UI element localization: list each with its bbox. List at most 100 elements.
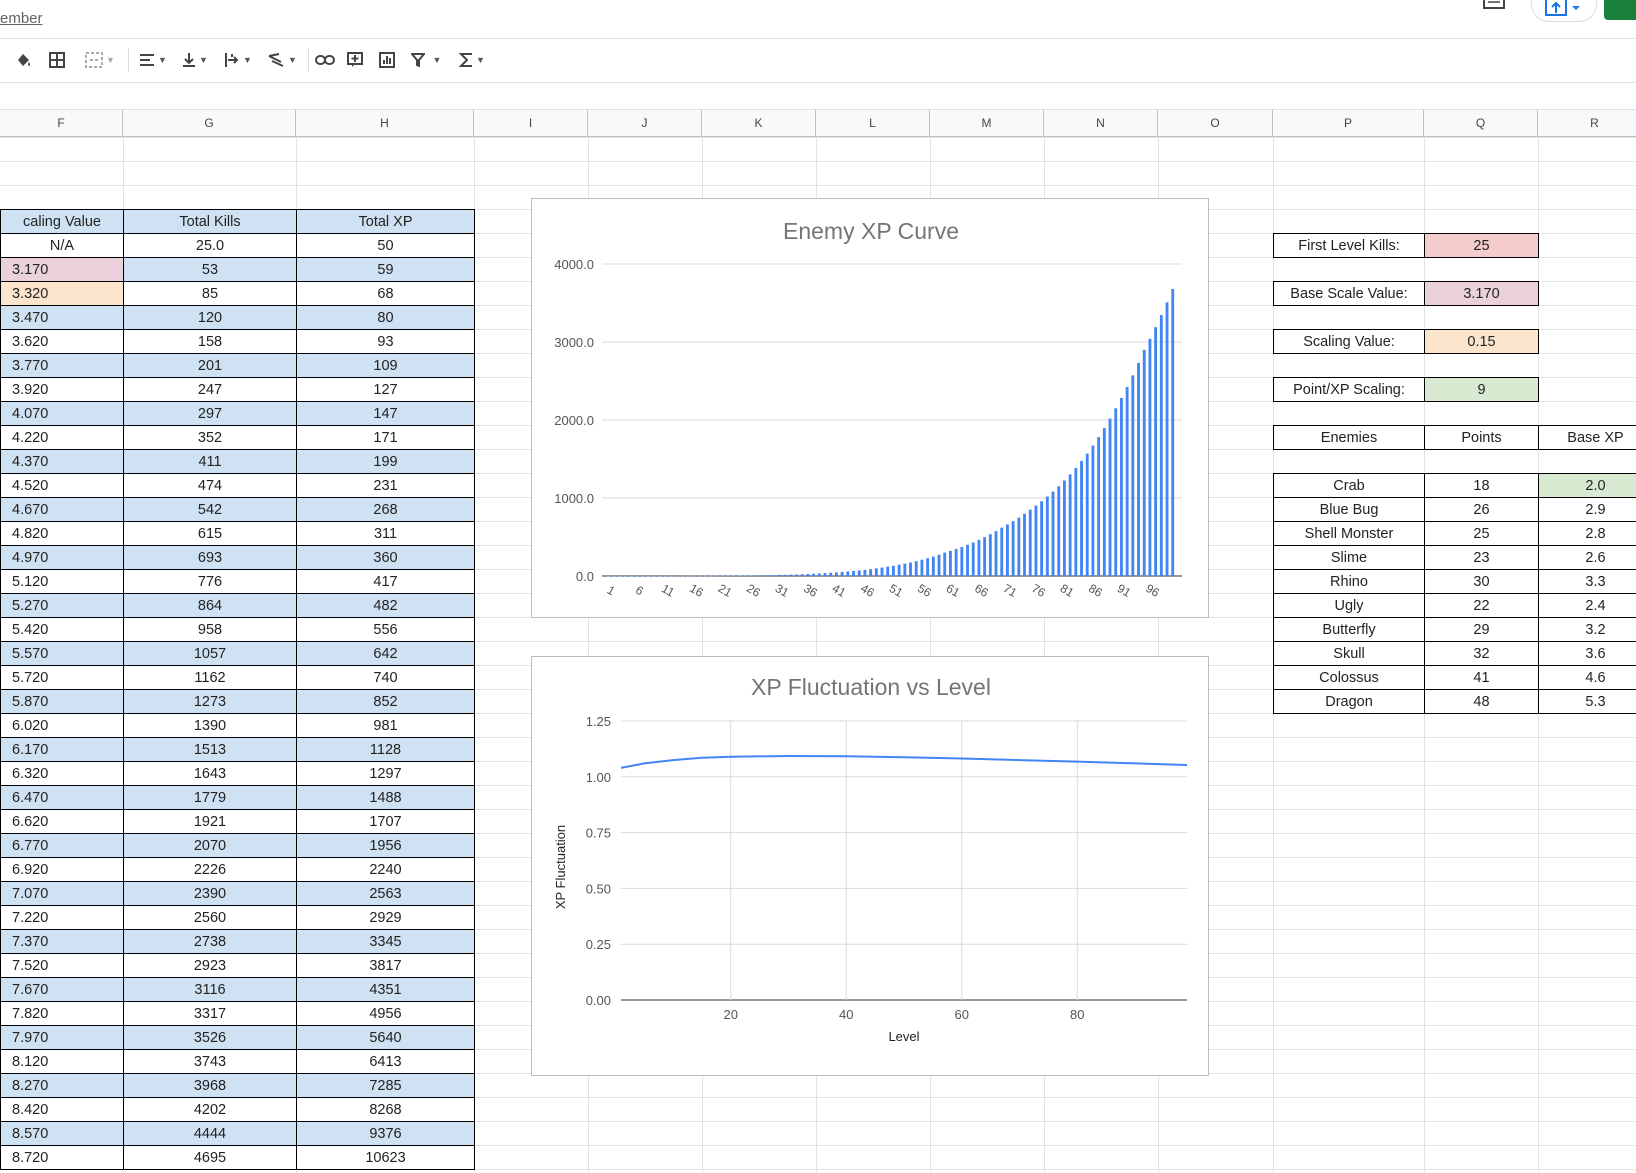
- total-xp-cell[interactable]: 1128: [296, 737, 475, 762]
- scaling-value-cell[interactable]: 7.970: [0, 1025, 124, 1050]
- scaling-value-cell[interactable]: 7.820: [0, 1001, 124, 1026]
- enemy-base-xp-cell[interactable]: 2.6: [1538, 545, 1636, 570]
- formula-bar[interactable]: [0, 83, 1636, 110]
- enemy-name-cell[interactable]: Rhino: [1273, 569, 1425, 594]
- scaling-value-cell[interactable]: 5.420: [0, 617, 124, 642]
- total-kills-cell[interactable]: 1513: [123, 737, 297, 762]
- scaling-value-cell[interactable]: 6.470: [0, 785, 124, 810]
- scaling-value-cell[interactable]: 3.920: [0, 377, 124, 402]
- enemy-points-cell[interactable]: 22: [1424, 593, 1539, 618]
- scaling-value-cell[interactable]: 3.320: [0, 281, 124, 306]
- enemy-base-xp-cell[interactable]: 4.6: [1538, 665, 1636, 690]
- scaling-value-cell[interactable]: 4.520: [0, 473, 124, 498]
- horizontal-align-icon[interactable]: ▼: [136, 47, 170, 73]
- share-button[interactable]: [1604, 0, 1636, 20]
- functions-icon[interactable]: ▼: [454, 47, 490, 73]
- total-xp-cell[interactable]: 6413: [296, 1049, 475, 1074]
- scaling-value-cell[interactable]: 3.170: [0, 257, 124, 282]
- fill-color-icon[interactable]: [12, 47, 36, 73]
- scaling-value-cell[interactable]: 4.970: [0, 545, 124, 570]
- total-kills-cell[interactable]: 3116: [123, 977, 297, 1002]
- total-xp-cell[interactable]: 2240: [296, 857, 475, 882]
- enemy-points-cell[interactable]: 30: [1424, 569, 1539, 594]
- scaling-value-cell[interactable]: 6.170: [0, 737, 124, 762]
- column-header-Q[interactable]: Q: [1424, 110, 1538, 136]
- total-kills-cell[interactable]: 1390: [123, 713, 297, 738]
- total-kills-cell[interactable]: 53: [123, 257, 297, 282]
- total-kills-cell[interactable]: 3526: [123, 1025, 297, 1050]
- total-kills-cell[interactable]: 1921: [123, 809, 297, 834]
- scaling-value-cell[interactable]: 8.270: [0, 1073, 124, 1098]
- total-kills-cell[interactable]: 3317: [123, 1001, 297, 1026]
- enemy-base-xp-cell[interactable]: 3.6: [1538, 641, 1636, 666]
- scaling-value-cell[interactable]: 5.120: [0, 569, 124, 594]
- param-value[interactable]: 3.170: [1424, 281, 1539, 306]
- enemy-points-cell[interactable]: 41: [1424, 665, 1539, 690]
- scaling-value-cell[interactable]: 7.670: [0, 977, 124, 1002]
- text-rotation-icon[interactable]: ▼: [264, 47, 300, 73]
- total-xp-cell[interactable]: 50: [296, 233, 475, 258]
- scaling-value-cell[interactable]: 4.820: [0, 521, 124, 546]
- scaling-value-cell[interactable]: 6.920: [0, 857, 124, 882]
- total-xp-cell[interactable]: 4956: [296, 1001, 475, 1026]
- insert-link-icon[interactable]: [314, 47, 336, 73]
- scaling-value-cell[interactable]: 6.620: [0, 809, 124, 834]
- total-xp-cell[interactable]: 171: [296, 425, 475, 450]
- enemy-base-xp-cell[interactable]: 2.9: [1538, 497, 1636, 522]
- enemy-base-xp-cell[interactable]: 3.3: [1538, 569, 1636, 594]
- vertical-align-icon[interactable]: ▼: [178, 47, 212, 73]
- total-xp-cell[interactable]: 5640: [296, 1025, 475, 1050]
- total-kills-cell[interactable]: 411: [123, 449, 297, 474]
- total-kills-cell[interactable]: 247: [123, 377, 297, 402]
- column-header-I[interactable]: I: [474, 110, 588, 136]
- total-kills-cell[interactable]: 958: [123, 617, 297, 642]
- enemy-points-cell[interactable]: 32: [1424, 641, 1539, 666]
- column-header-L[interactable]: L: [816, 110, 930, 136]
- total-xp-cell[interactable]: 311: [296, 521, 475, 546]
- total-kills-cell[interactable]: 693: [123, 545, 297, 570]
- scaling-value-cell[interactable]: 8.120: [0, 1049, 124, 1074]
- scaling-value-cell[interactable]: 4.370: [0, 449, 124, 474]
- scaling-value-cell[interactable]: 4.070: [0, 401, 124, 426]
- insert-comment-icon[interactable]: [344, 47, 366, 73]
- column-header-R[interactable]: R: [1538, 110, 1636, 136]
- create-filter-icon[interactable]: ▼: [406, 47, 446, 73]
- column-header-O[interactable]: O: [1158, 110, 1273, 136]
- scaling-value-cell[interactable]: 5.720: [0, 665, 124, 690]
- param-value[interactable]: 25: [1424, 233, 1539, 258]
- scaling-value-cell[interactable]: 7.370: [0, 929, 124, 954]
- scaling-value-cell[interactable]: 3.470: [0, 305, 124, 330]
- enemy-name-cell[interactable]: Ugly: [1273, 593, 1425, 618]
- total-xp-cell[interactable]: 482: [296, 593, 475, 618]
- total-kills-cell[interactable]: 3743: [123, 1049, 297, 1074]
- total-xp-cell[interactable]: 4351: [296, 977, 475, 1002]
- scaling-value-cell[interactable]: 7.070: [0, 881, 124, 906]
- total-kills-cell[interactable]: 1779: [123, 785, 297, 810]
- total-xp-cell[interactable]: 417: [296, 569, 475, 594]
- total-kills-cell[interactable]: 3968: [123, 1073, 297, 1098]
- column-header-H[interactable]: H: [296, 110, 474, 136]
- enemy-name-cell[interactable]: Colossus: [1273, 665, 1425, 690]
- param-value[interactable]: 0.15: [1424, 329, 1539, 354]
- total-kills-cell[interactable]: 85: [123, 281, 297, 306]
- scaling-value-cell[interactable]: 7.520: [0, 953, 124, 978]
- enemy-points-cell[interactable]: 48: [1424, 689, 1539, 714]
- merge-cells-icon[interactable]: ▼: [80, 47, 120, 73]
- total-xp-cell[interactable]: 93: [296, 329, 475, 354]
- total-kills-cell[interactable]: 25.0: [123, 233, 297, 258]
- scaling-value-cell[interactable]: N/A: [0, 233, 124, 258]
- enemy-base-xp-cell[interactable]: 5.3: [1538, 689, 1636, 714]
- column-header-J[interactable]: J: [588, 110, 702, 136]
- total-kills-cell[interactable]: 2738: [123, 929, 297, 954]
- total-kills-cell[interactable]: 1057: [123, 641, 297, 666]
- total-xp-cell[interactable]: 360: [296, 545, 475, 570]
- column-header-G[interactable]: G: [123, 110, 296, 136]
- total-xp-cell[interactable]: 7285: [296, 1073, 475, 1098]
- document-title[interactable]: ember: [0, 10, 43, 27]
- insert-chart-icon[interactable]: [376, 47, 398, 73]
- enemy-name-cell[interactable]: Dragon: [1273, 689, 1425, 714]
- column-header-F[interactable]: F: [0, 110, 123, 136]
- enemy-base-xp-cell[interactable]: 2.4: [1538, 593, 1636, 618]
- total-kills-cell[interactable]: 120: [123, 305, 297, 330]
- total-xp-cell[interactable]: 981: [296, 713, 475, 738]
